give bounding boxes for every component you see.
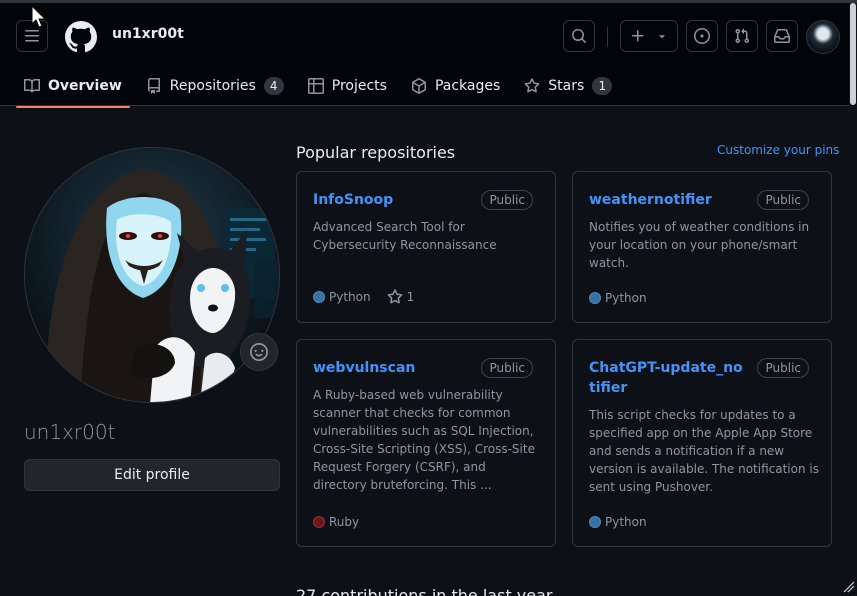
tab-packages[interactable]: Packages (403, 66, 508, 106)
repo-description: Notifies you of weather conditions in yo… (589, 220, 810, 270)
profile-avatar[interactable] (24, 147, 280, 403)
repo-name-link[interactable]: InfoSnoop (313, 190, 473, 210)
tab-projects[interactable]: Projects (300, 66, 395, 106)
repo-language: Python (329, 290, 371, 304)
issues-button[interactable] (686, 20, 718, 52)
repo-icon (147, 78, 160, 94)
repo-name-link[interactable]: webvulnscan (313, 358, 473, 378)
search-icon (572, 29, 586, 43)
repo-description: This script checks for updates to a spec… (589, 408, 819, 494)
pull-requests-button[interactable] (726, 20, 758, 52)
tab-repositories[interactable]: Repositories 4 (138, 66, 292, 106)
popular-repositories-heading: Popular repositories (296, 143, 456, 162)
site-header: un1xr00t Overview Repositories 4 Project… (0, 3, 857, 108)
repo-card-webvulnscan: webvulnscan Public A Ruby-based web vuln… (296, 339, 556, 547)
inbox-icon (774, 29, 790, 43)
scrollbar-thumb[interactable] (850, 3, 856, 105)
issue-opened-icon (694, 28, 710, 44)
language-color-dot (313, 291, 325, 303)
user-avatar-menu[interactable] (806, 20, 840, 54)
tab-overview-label: Overview (48, 78, 122, 94)
language-color-dot (589, 292, 601, 304)
repo-card-weathernotifier: weathernotifier Public Notifies you of w… (572, 171, 832, 323)
repo-language: Python (605, 291, 647, 305)
visibility-badge: Public (481, 358, 533, 378)
repo-star-count: 1 (406, 290, 415, 304)
profile-display-name: un1xr00t (24, 420, 116, 444)
language-color-dot (589, 516, 601, 528)
github-logo-icon[interactable] (65, 21, 97, 53)
tab-projects-label: Projects (331, 78, 387, 94)
tab-repositories-label: Repositories (169, 78, 256, 94)
hooded-figure-with-puppy-illustration (25, 148, 279, 402)
table-icon (307, 78, 324, 94)
hamburger-icon (25, 30, 39, 42)
tab-overview[interactable]: Overview (16, 66, 130, 108)
plus-icon (632, 30, 644, 42)
repo-description: A Ruby-based web vulnerability scanner t… (313, 388, 535, 492)
language-color-dot (313, 516, 325, 528)
create-new-button[interactable] (620, 20, 678, 52)
repo-description: Advanced Search Tool for Cybersecurity R… (313, 220, 497, 252)
stars-count-badge: 1 (592, 77, 613, 95)
customize-pins-link[interactable]: Customize your pins (717, 143, 839, 157)
repo-card-infosnoop: InfoSnoop Public Advanced Search Tool fo… (296, 171, 556, 323)
repo-language: Ruby (329, 515, 360, 529)
visibility-badge: Public (481, 190, 533, 210)
visibility-badge: Public (757, 190, 809, 210)
repo-meta: Python (589, 515, 647, 529)
package-icon (411, 78, 426, 94)
contributions-heading: 27 contributions in the last year (296, 586, 553, 596)
header-username[interactable]: un1xr00t (112, 26, 184, 42)
mouse-pointer-icon (31, 5, 47, 28)
repositories-count-badge: 4 (263, 77, 284, 95)
smiley-icon (250, 343, 268, 361)
git-pull-request-icon (735, 28, 750, 44)
repo-name-link[interactable]: weathernotifier (589, 190, 749, 210)
header-divider (607, 27, 608, 47)
star-icon (387, 289, 403, 304)
tab-stars[interactable]: Stars 1 (516, 66, 620, 106)
edit-profile-button[interactable]: Edit profile (24, 459, 280, 491)
star-icon (524, 78, 540, 93)
repo-card-chatgpt-update-notifier: ChatGPT-update_notifier Public This scri… (572, 339, 832, 547)
triangle-down-icon (659, 35, 665, 39)
tab-packages-label: Packages (434, 78, 501, 94)
inbox-button[interactable] (766, 20, 798, 52)
visibility-badge: Public (757, 358, 809, 378)
repo-meta: Python 1 (313, 289, 414, 305)
repo-meta: Python (589, 291, 647, 305)
repo-meta: Ruby (313, 515, 359, 529)
repo-name-link[interactable]: ChatGPT-update_notifier (589, 358, 749, 398)
tab-stars-label: Stars (548, 78, 585, 94)
profile-tabs: Overview Repositories 4 Projects Package… (16, 66, 628, 108)
search-button[interactable] (563, 20, 595, 52)
set-status-button[interactable] (240, 333, 278, 371)
repo-language: Python (605, 515, 647, 529)
resize-grip-icon[interactable] (842, 580, 856, 594)
repo-stars-link[interactable]: 1 (387, 289, 415, 305)
book-icon (24, 78, 40, 93)
